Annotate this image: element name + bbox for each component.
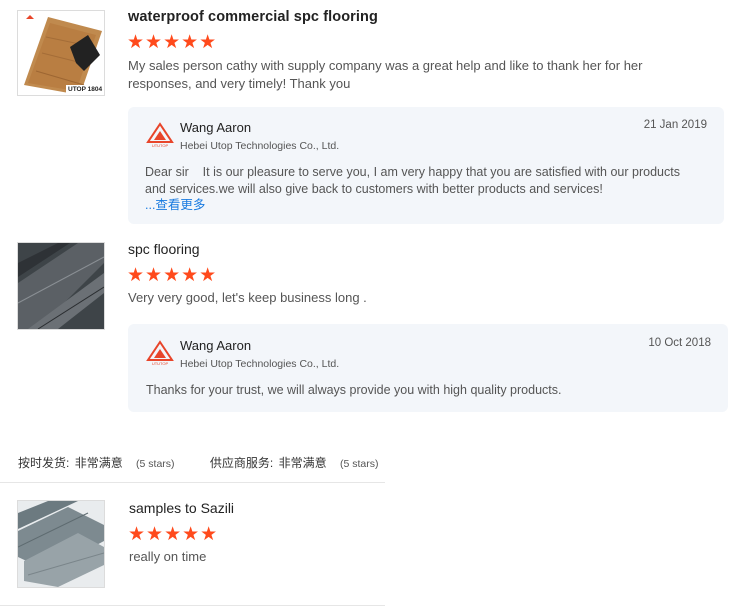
thumbnail-caption: UTOP 1804 (68, 86, 103, 93)
company-logo-icon: UTUTOP (146, 340, 174, 366)
star-rating: ★★★★★ (128, 524, 219, 545)
reply-date: 10 Oct 2018 (648, 337, 711, 349)
reply-text: Thanks for your trust, we will always pr… (146, 383, 562, 397)
ratings-summary: 按时发货: 非常满意 (5 stars) 供应商服务: 非常满意 (5 star… (18, 454, 378, 471)
logo-text: UTUTOP (152, 361, 169, 366)
delivery-stars: (5 stars) (136, 458, 175, 470)
spc-flooring-image (18, 243, 104, 329)
product-thumbnail[interactable] (17, 242, 105, 330)
star-rating: ★★★★★ (127, 265, 218, 286)
see-more-link[interactable]: ...查看更多 (145, 194, 205, 213)
supplier-reply: UTUTOP Wang Aaron Hebei Utop Technologie… (128, 107, 724, 224)
section-divider (0, 482, 385, 483)
reply-author-name: Wang Aaron (180, 120, 252, 135)
review-text: My sales person cathy with supply compan… (128, 58, 643, 91)
wood-plank-image (18, 11, 104, 95)
service-stars: (5 stars) (339, 458, 379, 470)
product-title[interactable]: samples to Sazili (129, 500, 234, 516)
reply-company-name: Hebei Utop Technologies Co., Ltd. (180, 358, 340, 370)
review-text: really on time (129, 549, 207, 564)
product-title[interactable]: spc flooring (128, 241, 200, 257)
reply-author-name: Wang Aaron (180, 338, 252, 353)
samples-image (18, 501, 104, 587)
reply-company-name: Hebei Utop Technologies Co., Ltd. (180, 140, 340, 152)
product-thumbnail[interactable]: UTOP 1804 (17, 10, 105, 96)
service-label: 供应商服务: (209, 456, 274, 470)
reply-text: Dear sir It is our pleasure to serve you… (145, 165, 684, 196)
product-title[interactable]: waterproof commercial spc flooring (128, 9, 378, 25)
bottom-divider (0, 605, 385, 606)
delivery-label: 按时发货: (18, 456, 70, 470)
review-text: Very very good, let's keep business long… (128, 290, 367, 305)
logo-text: UTUTOP (152, 143, 169, 148)
supplier-reply: UTUTOP Wang Aaron Hebei Utop Technologie… (128, 324, 728, 412)
product-thumbnail[interactable] (17, 500, 105, 588)
delivery-value: 非常满意 (74, 456, 123, 470)
service-value: 非常满意 (278, 456, 327, 470)
company-logo-icon: UTUTOP (146, 122, 174, 148)
star-rating: ★★★★★ (127, 32, 218, 53)
reply-date: 21 Jan 2019 (643, 119, 707, 131)
